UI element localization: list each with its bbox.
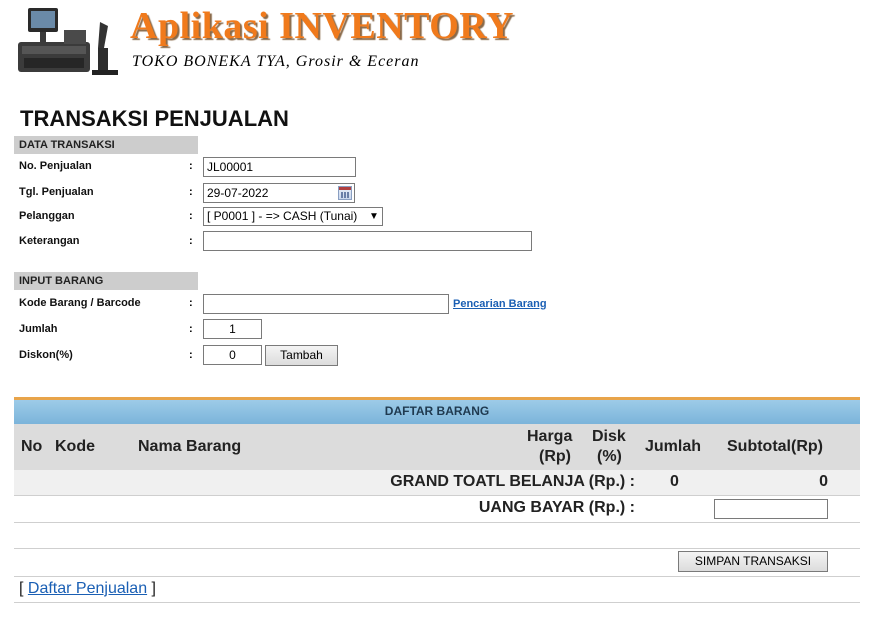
divider bbox=[14, 548, 860, 549]
keterangan-input[interactable] bbox=[203, 231, 532, 251]
jumlah-label: Jumlah bbox=[19, 323, 58, 335]
col-jumlah: Jumlah bbox=[645, 438, 702, 455]
page-title: TRANSAKSI PENJUALAN bbox=[20, 106, 289, 131]
diskon-input[interactable]: 0 bbox=[203, 345, 262, 365]
chevron-down-icon: ▼ bbox=[369, 211, 379, 222]
kode-barang-label: Kode Barang / Barcode bbox=[19, 297, 141, 309]
col-no: No bbox=[21, 438, 43, 455]
section-input-barang: INPUT BARANG bbox=[14, 272, 198, 290]
app-title: Aplikasi INVENTORY bbox=[130, 5, 514, 47]
divider bbox=[14, 576, 860, 577]
pencarian-barang-link[interactable]: Pencarian Barang bbox=[453, 298, 547, 310]
app-header: Aplikasi INVENTORY TOKO BONEKA TYA, Gros… bbox=[14, 2, 513, 78]
keterangan-label: Keterangan bbox=[19, 235, 80, 247]
pelanggan-selected: [ P0001 ] - => CASH (Tunai) bbox=[207, 209, 358, 223]
footer-nav: [ Daftar Penjualan ] bbox=[19, 580, 156, 598]
uang-bayar-row: UANG BAYAR (Rp.) : bbox=[14, 496, 860, 523]
diskon-label: Diskon(%) bbox=[19, 349, 73, 361]
colon: : bbox=[189, 349, 193, 361]
simpan-transaksi-button[interactable]: SIMPAN TRANSAKSI bbox=[678, 551, 828, 572]
uang-bayar-label: UANG BAYAR (Rp.) : bbox=[478, 499, 635, 516]
table-header: No Kode Nama Barang Harga (Rp) Disk (%) … bbox=[14, 424, 860, 470]
no-penjualan-input[interactable]: JL00001 bbox=[203, 157, 356, 177]
colon: : bbox=[189, 186, 193, 198]
bracket-close: ] bbox=[151, 580, 156, 597]
jumlah-input[interactable]: 1 bbox=[203, 319, 262, 339]
tgl-penjualan-label: Tgl. Penjualan bbox=[19, 186, 94, 198]
pos-terminal-icon bbox=[18, 8, 118, 75]
pelanggan-label: Pelanggan bbox=[19, 210, 75, 222]
col-harga: Harga bbox=[527, 428, 573, 445]
col-subtotal: Subtotal(Rp) bbox=[727, 438, 823, 455]
colon: : bbox=[189, 323, 193, 335]
col-nama-barang: Nama Barang bbox=[138, 438, 242, 455]
divider bbox=[14, 602, 860, 603]
col-disk-unit: (%) bbox=[597, 448, 622, 465]
col-harga-unit: (Rp) bbox=[539, 448, 571, 465]
col-disk: Disk bbox=[592, 428, 626, 445]
tambah-button[interactable]: Tambah bbox=[265, 345, 338, 366]
uang-bayar-input[interactable] bbox=[714, 499, 828, 519]
grand-total-value: 0 bbox=[819, 473, 828, 490]
calendar-icon[interactable] bbox=[338, 186, 352, 200]
no-penjualan-label: No. Penjualan bbox=[19, 160, 92, 172]
grand-total-label: GRAND TOATL BELANJA (Rp.) : bbox=[390, 473, 635, 490]
grand-total-row: GRAND TOATL BELANJA (Rp.) : 0 0 bbox=[14, 470, 860, 496]
bracket-open: [ bbox=[19, 580, 24, 597]
colon: : bbox=[189, 210, 193, 222]
tgl-penjualan-input[interactable]: 29-07-2022 bbox=[203, 183, 355, 203]
daftar-penjualan-link[interactable]: Daftar Penjualan bbox=[28, 580, 147, 597]
kode-barang-input[interactable] bbox=[203, 294, 449, 314]
colon: : bbox=[189, 297, 193, 309]
pelanggan-select[interactable]: [ P0001 ] - => CASH (Tunai) ▼ bbox=[203, 207, 383, 226]
tgl-penjualan-value: 29-07-2022 bbox=[207, 186, 269, 200]
app-subtitle: TOKO BONEKA TYA, Grosir & Eceran bbox=[132, 53, 420, 70]
grand-total-qty: 0 bbox=[670, 473, 679, 490]
daftar-barang-header: DAFTAR BARANG bbox=[14, 400, 860, 424]
colon: : bbox=[189, 160, 193, 172]
section-data-transaksi: DATA TRANSAKSI bbox=[14, 136, 198, 154]
colon: : bbox=[189, 235, 193, 247]
col-kode: Kode bbox=[55, 438, 95, 455]
